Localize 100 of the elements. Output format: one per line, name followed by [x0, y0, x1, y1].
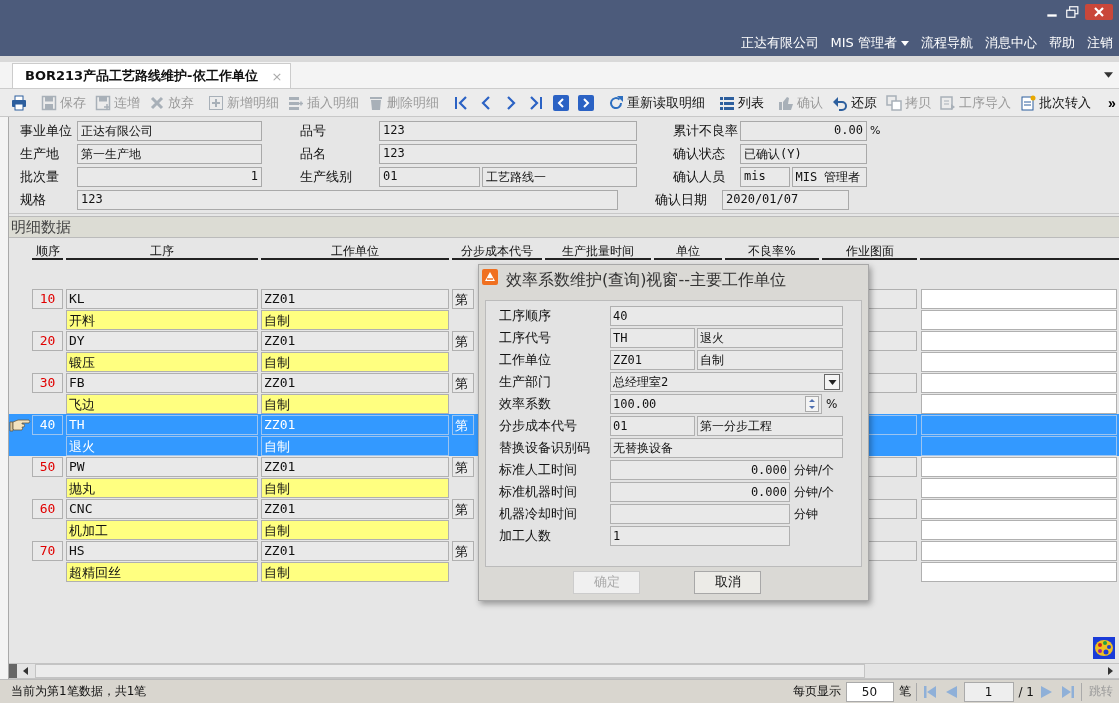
toolbar-button[interactable]: 列表: [716, 91, 767, 114]
nav-link[interactable]: 注销: [1087, 34, 1113, 52]
input-field[interactable]: 第一生产地: [77, 143, 262, 164]
pointing-hand-icon: [9, 417, 31, 432]
table-cell: ZZ01: [261, 372, 449, 393]
scrollbar-grip[interactable]: [9, 664, 17, 678]
nav-link[interactable]: 流程导航: [921, 34, 973, 52]
field-label: 确认人员: [673, 167, 726, 186]
field-label: 事业单位: [20, 121, 73, 140]
table-cell: 自制: [261, 519, 449, 540]
input-field[interactable]: 无替换设备: [610, 438, 843, 458]
table-cell: ZZ01: [261, 288, 449, 309]
table-cell[interactable]: 20: [32, 330, 63, 351]
table-cell: 第: [452, 414, 474, 435]
input-field[interactable]: 0.000: [610, 482, 790, 502]
input-field[interactable]: 正达有限公司: [77, 120, 262, 141]
nav-link[interactable]: 消息中心: [985, 34, 1037, 52]
input-field[interactable]: 0.00: [740, 120, 867, 141]
cross-icon: [149, 94, 165, 111]
input-field[interactable]: 自制: [697, 350, 843, 370]
logo-icon: [482, 269, 498, 285]
table-cell[interactable]: 60: [32, 498, 63, 519]
page-size-label: 每页显示: [792, 683, 841, 700]
toolbar-button[interactable]: 批次转入: [1017, 91, 1094, 114]
dropdown[interactable]: 总经理室2: [610, 372, 843, 392]
scrollbar[interactable]: [9, 663, 1119, 679]
table-cell[interactable]: 30: [32, 372, 63, 393]
table-cell: 第: [452, 330, 474, 351]
table-cell: DY: [66, 330, 258, 351]
field-label: 品名: [300, 144, 327, 163]
table-cell: ZZ01: [261, 414, 449, 435]
table-cell: 超精回丝: [66, 561, 258, 582]
input-field[interactable]: 01: [379, 166, 480, 187]
import-icon: [940, 94, 956, 111]
input-field[interactable]: [610, 504, 790, 524]
table-cell: 飞边: [66, 393, 258, 414]
table-cell[interactable]: 70: [32, 540, 63, 561]
plus-icon: [208, 94, 224, 111]
page-field[interactable]: 1: [963, 681, 1014, 702]
scroll-right-icon[interactable]: [1107, 667, 1113, 675]
number-field[interactable]: 100.00: [610, 394, 822, 414]
table-cell: 机加工: [66, 519, 258, 540]
unit-label: 分钟/个: [794, 461, 835, 479]
last-page-icon: [528, 94, 544, 111]
input-field[interactable]: 退火: [697, 328, 843, 348]
restore-icon[interactable]: [1065, 5, 1079, 19]
table-cell: 自制: [261, 561, 449, 582]
table-cell: HS: [66, 540, 258, 561]
input-field[interactable]: MIS 管理者: [791, 166, 867, 187]
refresh-icon: [608, 94, 624, 111]
table-cell: 退火: [66, 435, 258, 456]
column-header: 作业图面: [822, 243, 917, 260]
input-field[interactable]: mis: [740, 166, 790, 187]
table-cell[interactable]: 10: [32, 288, 63, 309]
caret-icon[interactable]: [1104, 72, 1113, 78]
field-label: 确认状态: [673, 144, 726, 163]
trash-icon: [368, 94, 384, 111]
input-field[interactable]: 1: [610, 526, 790, 546]
input-field[interactable]: 已确认(Y): [740, 143, 867, 164]
cancel-button[interactable]: 取消: [694, 570, 761, 594]
close-icon: [1093, 6, 1105, 18]
scroll-left-icon[interactable]: [23, 667, 29, 675]
input-field[interactable]: 工艺路线一: [481, 166, 637, 187]
input-field[interactable]: 第一分步工程: [697, 416, 843, 436]
overflow-button[interactable]: »: [1102, 94, 1119, 111]
field-label: 生产地: [20, 144, 60, 163]
column-header: 顺序: [32, 243, 63, 260]
input-field[interactable]: ZZ01: [610, 350, 695, 370]
table-cell: 开料: [66, 309, 258, 330]
palette-icon[interactable]: [1093, 637, 1115, 659]
toolbar-button[interactable]: 还原: [829, 91, 880, 114]
field-label: 机器冷却时间: [499, 505, 578, 523]
page-total: / 1: [1018, 684, 1034, 699]
page-size-field[interactable]: 50: [845, 681, 894, 702]
field-label: 加工人数: [499, 527, 552, 545]
nav-link[interactable]: 帮助: [1049, 34, 1075, 52]
input-field[interactable]: 123: [77, 189, 618, 210]
unit-label: 分钟/个: [794, 483, 835, 501]
input-field[interactable]: 1: [77, 166, 262, 187]
toolbar-button[interactable]: 重新读取明细: [605, 91, 708, 114]
input-field[interactable]: 40: [610, 306, 843, 326]
input-field[interactable]: 123: [379, 143, 637, 164]
table-cell: 自制: [261, 435, 449, 456]
nav-link[interactable]: 正达有限公司: [740, 34, 819, 52]
column-header: 不良率%: [725, 243, 819, 260]
table-cell: 第: [452, 456, 474, 477]
column-header: 单位: [654, 243, 722, 260]
input-field[interactable]: 123: [379, 120, 637, 141]
tab[interactable]: BOR213产品工艺路线维护-依工作单位 ×: [12, 63, 292, 88]
input-field[interactable]: 2020/01/07: [722, 189, 849, 210]
input-field[interactable]: 0.000: [610, 460, 790, 480]
input-field[interactable]: 01: [610, 416, 695, 436]
field-label: 工作单位: [499, 351, 552, 369]
close-button[interactable]: [1085, 4, 1113, 20]
table-cell: 第: [452, 540, 474, 561]
field-label: 工序代号: [499, 329, 552, 347]
nav-link[interactable]: MIS 管理者: [830, 34, 909, 52]
input-field[interactable]: TH: [610, 328, 695, 348]
table-cell: 自制: [261, 477, 449, 498]
table-cell[interactable]: 50: [32, 456, 63, 477]
